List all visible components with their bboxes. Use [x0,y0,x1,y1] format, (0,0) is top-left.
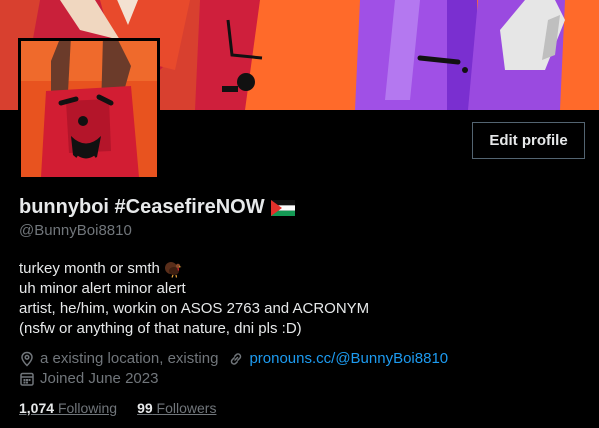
bio-line: artist, he/him, workin on ASOS 2763 and … [19,300,370,317]
avatar-image [21,41,157,177]
following-link[interactable]: 1,074 Following [19,400,117,416]
following-label: Following [57,400,118,416]
followers-link[interactable]: 99 Followers [137,400,216,416]
handle: @BunnyBoi8810 [19,222,132,239]
joined: Joined June 2023 [19,370,158,387]
turkey-icon [164,260,182,278]
followers-label: Followers [156,400,217,416]
bio-line: uh minor alert minor alert [19,280,186,297]
profile-joined-row: Joined June 2023 [19,370,168,387]
location-text: a existing location, existing [40,350,219,367]
joined-text: Joined June 2023 [40,370,159,387]
calendar-icon [19,371,35,387]
location: a existing location, existing [19,350,218,367]
name-row: bunnyboi #CeasefireNOW [19,196,295,219]
bio-line-text: turkey month or smth [19,260,160,277]
website-link[interactable]: pronouns.cc/@BunnyBoi8810 [249,350,448,367]
profile-meta-row: a existing location, existing pronouns.c… [19,350,458,367]
location-pin-icon [19,351,35,367]
avatar[interactable] [18,38,160,180]
bio-line: (nsfw or anything of that nature, dni pl… [19,320,302,337]
profile-page: Edit profile bunnyboi #CeasefireNOW @Bun… [0,0,599,428]
link-icon [228,351,244,367]
follow-stats: 1,074 Following 99 Followers [19,400,236,416]
avatar-artwork [21,41,157,177]
following-count: 1,074 [19,400,55,416]
display-name: bunnyboi #CeasefireNOW [19,196,265,218]
website: pronouns.cc/@BunnyBoi8810 [228,350,448,367]
edit-profile-button[interactable]: Edit profile [472,122,585,159]
bio-line: turkey month or smth [19,259,369,279]
palestine-flag-icon [270,199,295,216]
followers-count: 99 [137,400,153,416]
bio: turkey month or smth uh minor alert mino… [19,259,369,339]
